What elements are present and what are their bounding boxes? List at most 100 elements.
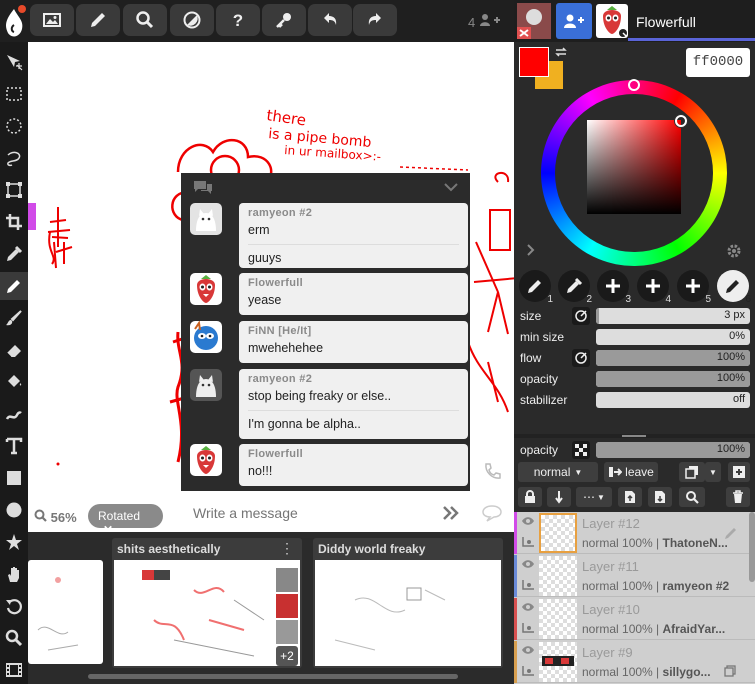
send-icon[interactable] xyxy=(443,506,459,520)
eye-icon[interactable] xyxy=(521,516,535,526)
avatar[interactable] xyxy=(276,620,298,644)
ellipse-select-tool[interactable] xyxy=(0,112,28,140)
hand-tool[interactable] xyxy=(0,560,28,588)
import-layer-button[interactable] xyxy=(648,487,672,507)
layer-more-button[interactable]: ⋯ ▼ xyxy=(576,487,612,507)
add-user-button[interactable] xyxy=(556,3,592,39)
crop-tool[interactable] xyxy=(0,208,28,236)
marquee-tool[interactable] xyxy=(0,80,28,108)
select-tool[interactable] xyxy=(0,48,28,76)
image-button[interactable] xyxy=(30,4,74,36)
app-logo-icon[interactable] xyxy=(2,3,28,39)
more-users-badge[interactable]: +2 xyxy=(276,646,298,666)
chat-message-input[interactable] xyxy=(193,502,433,524)
redo-button[interactable] xyxy=(353,4,397,36)
duplicate-menu-button[interactable]: ▼ xyxy=(705,462,721,482)
username[interactable]: Flowerfull xyxy=(636,14,696,30)
pencil-tool[interactable] xyxy=(0,272,28,300)
user-count[interactable]: 4 xyxy=(468,13,501,30)
avatar[interactable] xyxy=(190,273,222,305)
resize-handle[interactable] xyxy=(622,435,646,437)
size-slider[interactable]: 3 px xyxy=(596,308,750,324)
avatar[interactable] xyxy=(596,4,628,38)
phone-icon[interactable] xyxy=(482,462,502,482)
gallery-thumbnail[interactable] xyxy=(28,560,103,664)
opacity-slider[interactable]: 100% xyxy=(596,371,750,387)
chat-icon[interactable] xyxy=(481,504,503,522)
avatar[interactable] xyxy=(190,369,222,401)
layer-row[interactable]: Layer #10 normal 100% | AfraidYar... xyxy=(514,598,755,640)
brush-slot-3[interactable]: 3 xyxy=(597,270,631,305)
help-button[interactable]: ? xyxy=(216,4,260,36)
avatar[interactable] xyxy=(517,3,551,39)
brush-slot-5[interactable]: 5 xyxy=(677,270,711,305)
layer-row[interactable]: Layer #11 normal 100% | ramyeon #2 xyxy=(514,555,755,597)
brush-tool[interactable] xyxy=(0,304,28,332)
gallery-card[interactable]: Diddy world freaky xyxy=(313,538,503,668)
search-button[interactable] xyxy=(123,4,167,36)
gallery-card[interactable]: shits aesthetically ⋮ +2 xyxy=(112,538,302,668)
min-size-slider[interactable]: 0% xyxy=(596,329,750,345)
swap-colors-icon[interactable] xyxy=(554,46,568,58)
layer-row[interactable]: Layer #9 normal 100% | sillygo... xyxy=(514,641,755,683)
add-layer-button[interactable] xyxy=(728,462,750,482)
layer-opacity-slider[interactable]: 100% xyxy=(596,442,750,458)
rectangle-tool[interactable] xyxy=(0,464,28,492)
blend-mode-select[interactable]: normal ▼ xyxy=(518,462,598,482)
avatar[interactable] xyxy=(276,594,298,618)
rotate-tool[interactable] xyxy=(0,592,28,620)
avatar[interactable] xyxy=(190,321,222,353)
draw-button[interactable] xyxy=(76,4,120,36)
message-author[interactable]: Flowerfull xyxy=(248,277,459,289)
zoom-indicator[interactable]: 56% xyxy=(34,509,77,525)
eye-icon[interactable] xyxy=(521,559,535,569)
merge-down-button[interactable] xyxy=(547,487,571,507)
layers-scrollbar[interactable] xyxy=(749,512,755,582)
fill-tool[interactable] xyxy=(0,368,28,396)
lock-layer-button[interactable] xyxy=(518,487,542,507)
layer-row[interactable]: Layer #12 normal 100% | ThatoneN... xyxy=(514,512,755,554)
flow-slider[interactable]: 100% xyxy=(596,350,750,366)
duplicate-layer-button[interactable] xyxy=(679,462,705,482)
leave-button[interactable]: leave xyxy=(604,462,658,482)
brush-slot-1[interactable]: 1 xyxy=(519,270,553,305)
avatar[interactable] xyxy=(190,444,222,476)
adjust-button[interactable] xyxy=(170,4,214,36)
hex-color-input[interactable]: ff0000 xyxy=(686,48,750,77)
export-layer-button[interactable] xyxy=(618,487,642,507)
chevron-down-icon[interactable] xyxy=(443,181,459,193)
lasso-tool[interactable] xyxy=(0,144,28,172)
eye-icon[interactable] xyxy=(521,645,535,655)
pressure-icon[interactable] xyxy=(572,349,590,367)
text-tool[interactable] xyxy=(0,432,28,460)
search-layer-button[interactable] xyxy=(679,487,705,507)
gallery-scrollbar[interactable] xyxy=(88,674,458,679)
zoom-tool[interactable] xyxy=(0,624,28,652)
key-button[interactable] xyxy=(262,4,306,36)
saturation-value-square[interactable] xyxy=(587,120,681,214)
brush-slot-4[interactable]: 4 xyxy=(637,270,671,305)
eye-icon[interactable] xyxy=(521,602,535,612)
message-author[interactable]: FiNN [He/It] xyxy=(248,325,459,337)
hue-handle[interactable] xyxy=(628,79,640,91)
rotated-badge[interactable]: Rotated ✕ xyxy=(88,504,163,537)
more-icon[interactable]: ⋮ xyxy=(280,540,294,557)
gear-icon[interactable] xyxy=(726,243,742,259)
eyedropper-tool[interactable] xyxy=(0,240,28,268)
message-author[interactable]: Flowerfull xyxy=(248,448,459,460)
brush-slot-2[interactable]: 2 xyxy=(558,270,592,305)
message-author[interactable]: ramyeon #2 xyxy=(248,373,459,385)
checkerboard-icon[interactable] xyxy=(572,441,590,459)
pressure-icon[interactable] xyxy=(572,307,590,325)
stabilizer-slider[interactable]: off xyxy=(596,392,750,408)
avatar[interactable] xyxy=(276,568,298,592)
ellipse-tool[interactable] xyxy=(0,496,28,524)
smudge-tool[interactable] xyxy=(0,400,28,428)
chevron-right-icon[interactable] xyxy=(526,243,536,257)
delete-layer-button[interactable] xyxy=(726,487,750,507)
primary-color-swatch[interactable] xyxy=(519,47,549,77)
brush-slot-6[interactable]: 6 xyxy=(717,270,751,305)
eraser-tool[interactable] xyxy=(0,336,28,364)
timelapse-tool[interactable] xyxy=(0,656,28,684)
undo-button[interactable] xyxy=(308,4,352,36)
